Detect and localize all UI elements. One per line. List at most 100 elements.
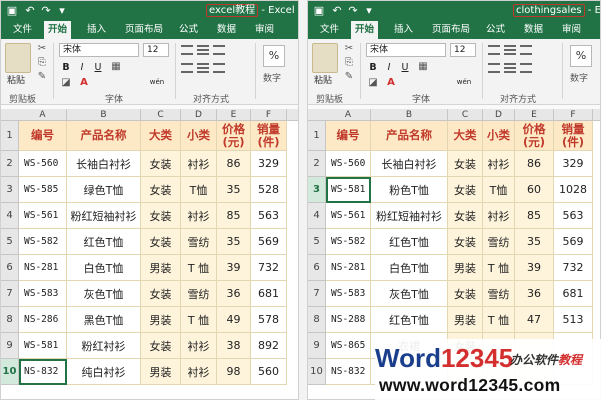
- header-cell[interactable]: 编号: [326, 121, 371, 151]
- header-cell[interactable]: 小类: [483, 121, 515, 151]
- font-color-icon[interactable]: A: [77, 77, 91, 89]
- row-header[interactable]: 6: [308, 255, 326, 281]
- column-header-f[interactable]: F: [554, 109, 593, 121]
- table-cell[interactable]: 长袖白衬衫: [67, 151, 141, 177]
- column-header-e[interactable]: E: [217, 109, 251, 121]
- table-cell[interactable]: 灰色T恤: [67, 281, 141, 307]
- column-header-b[interactable]: B: [67, 109, 141, 121]
- tab-home[interactable]: 开始: [351, 21, 379, 39]
- table-cell[interactable]: 681: [251, 281, 287, 307]
- table-cell[interactable]: 灰色T恤: [371, 281, 448, 307]
- table-cell[interactable]: 85: [515, 203, 554, 229]
- align-icon[interactable]: [488, 45, 500, 55]
- column-header-c[interactable]: C: [448, 109, 483, 121]
- quick-access-icon[interactable]: ▾: [55, 4, 69, 18]
- table-cell[interactable]: 女装: [448, 151, 483, 177]
- table-cell[interactable]: 578: [251, 307, 287, 333]
- table-cell[interactable]: T 恤: [181, 255, 217, 281]
- italic-button[interactable]: I: [382, 61, 396, 75]
- row-header[interactable]: 8: [1, 307, 19, 333]
- align-icon[interactable]: [213, 45, 225, 55]
- table-cell[interactable]: 528: [251, 177, 287, 203]
- table-cell[interactable]: NS-286: [19, 307, 67, 333]
- table-cell[interactable]: 男装: [448, 307, 483, 333]
- column-header-a[interactable]: A: [326, 109, 371, 121]
- table-cell[interactable]: 长袖白衬衫: [371, 151, 448, 177]
- header-cell[interactable]: 销量 (件): [251, 121, 287, 151]
- save-icon[interactable]: ▣: [5, 4, 19, 18]
- column-header-d[interactable]: D: [181, 109, 217, 121]
- format-painter-icon[interactable]: ✎: [35, 71, 49, 83]
- table-cell[interactable]: 892: [251, 333, 287, 359]
- table-cell[interactable]: T 恤: [483, 307, 515, 333]
- table-cell[interactable]: NS-832: [326, 359, 371, 385]
- table-cell[interactable]: 白色T恤: [371, 255, 448, 281]
- row-header[interactable]: 5: [1, 229, 19, 255]
- font-name-select[interactable]: 宋体: [366, 43, 446, 57]
- table-cell[interactable]: 女装: [448, 281, 483, 307]
- row-header[interactable]: 10: [308, 359, 326, 385]
- row-header[interactable]: 10: [1, 359, 19, 385]
- table-cell[interactable]: 男装: [141, 255, 181, 281]
- paste-button-label[interactable]: 粘贴: [7, 73, 25, 86]
- table-cell[interactable]: 男装: [448, 255, 483, 281]
- table-cell[interactable]: 563: [554, 203, 593, 229]
- quick-access-icon[interactable]: ▾: [362, 4, 376, 18]
- bold-button[interactable]: B: [366, 61, 380, 75]
- row-header[interactable]: 4: [308, 203, 326, 229]
- underline-button[interactable]: U: [91, 61, 105, 75]
- table-cell[interactable]: 粉红衬衫: [67, 333, 141, 359]
- row-header[interactable]: 8: [308, 307, 326, 333]
- underline-button[interactable]: U: [398, 61, 412, 75]
- phonetic-button[interactable]: wén: [147, 75, 167, 89]
- font-size-select[interactable]: 12: [143, 43, 169, 57]
- header-cell[interactable]: 小类: [181, 121, 217, 151]
- header-cell[interactable]: 销量 (件): [554, 121, 593, 151]
- table-cell[interactable]: 49: [217, 307, 251, 333]
- table-cell[interactable]: WS-581: [326, 177, 371, 203]
- table-cell[interactable]: 雪纺: [181, 229, 217, 255]
- font-size-select[interactable]: 12: [450, 43, 476, 57]
- table-cell[interactable]: 粉红短袖衬衫: [67, 203, 141, 229]
- table-cell[interactable]: 女装: [141, 151, 181, 177]
- table-cell[interactable]: NS-288: [326, 307, 371, 333]
- table-cell[interactable]: 女装: [448, 229, 483, 255]
- align-icon[interactable]: [213, 63, 225, 73]
- table-cell[interactable]: 衬衫: [181, 203, 217, 229]
- table-cell[interactable]: 女装: [141, 281, 181, 307]
- tab-data[interactable]: 数据: [520, 21, 547, 39]
- row-header[interactable]: 6: [1, 255, 19, 281]
- table-cell[interactable]: NS-281: [326, 255, 371, 281]
- table-cell[interactable]: 732: [554, 255, 593, 281]
- fill-color-icon[interactable]: ◪: [366, 77, 380, 89]
- table-cell[interactable]: WS-560: [19, 151, 67, 177]
- copy-icon[interactable]: ⎘: [35, 57, 49, 69]
- table-cell[interactable]: 红色T恤: [371, 229, 448, 255]
- tab-page-layout[interactable]: 页面布局: [121, 21, 167, 39]
- table-cell[interactable]: 红色T恤: [67, 229, 141, 255]
- paste-icon[interactable]: [5, 43, 31, 73]
- border-icon[interactable]: ▦: [416, 61, 430, 73]
- row-header[interactable]: 7: [1, 281, 19, 307]
- table-cell[interactable]: 38: [217, 333, 251, 359]
- table-cell[interactable]: 1028: [554, 177, 593, 203]
- table-cell[interactable]: 女装: [141, 333, 181, 359]
- table-cell[interactable]: 732: [251, 255, 287, 281]
- column-header-a[interactable]: A: [19, 109, 67, 121]
- italic-button[interactable]: I: [75, 61, 89, 75]
- align-icon[interactable]: [520, 63, 532, 73]
- row-header[interactable]: 3: [308, 177, 326, 203]
- table-cell[interactable]: WS-583: [326, 281, 371, 307]
- table-cell[interactable]: 36: [515, 281, 554, 307]
- tab-file[interactable]: 文件: [9, 21, 36, 39]
- table-cell[interactable]: 雪纺: [483, 281, 515, 307]
- table-cell[interactable]: 86: [217, 151, 251, 177]
- table-cell[interactable]: 681: [554, 281, 593, 307]
- table-cell[interactable]: WS-560: [326, 151, 371, 177]
- table-cell[interactable]: WS-865: [326, 333, 371, 359]
- align-icon[interactable]: [504, 45, 516, 55]
- table-cell[interactable]: 衬衫: [181, 359, 217, 385]
- table-cell[interactable]: WS-583: [19, 281, 67, 307]
- header-cell[interactable]: 编号: [19, 121, 67, 151]
- table-cell[interactable]: WS-581: [19, 333, 67, 359]
